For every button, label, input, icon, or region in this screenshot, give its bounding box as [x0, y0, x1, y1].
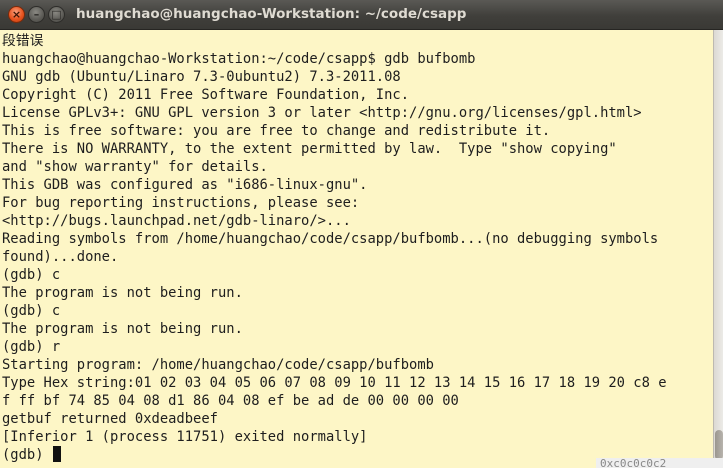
terminal-line: Copyright (C) 2011 Free Software Foundat…	[2, 87, 410, 103]
terminal-line: f ff bf 74 85 04 08 d1 86 04 08 ef be ad…	[2, 393, 459, 409]
terminal-line: (gdb) c	[2, 267, 61, 283]
terminal-line: Starting program: /home/huangchao/code/c…	[2, 357, 434, 373]
terminal-prompt-line[interactable]: (gdb)	[2, 446, 667, 464]
terminal-line: (gdb) r	[2, 339, 61, 355]
minimize-button[interactable]: –	[28, 6, 45, 23]
maximize-button[interactable]: □	[48, 6, 65, 23]
text-cursor	[52, 446, 61, 462]
terminal-output: 段错误 huangchao@huangchao-Workstation:~/cod…	[2, 32, 667, 464]
terminal-line: getbuf returned 0xdeadbeef	[2, 411, 218, 427]
close-icon: ×	[11, 8, 22, 21]
title-bar[interactable]: × – □ huangchao@huangchao-Workstation: ~…	[0, 0, 723, 30]
terminal-line: Reading symbols from /home/huangchao/cod…	[2, 231, 659, 247]
terminal-line: huangchao@huangchao-Workstation:~/code/c…	[2, 51, 476, 67]
terminal-line: [Inferior 1 (process 11751) exited norma…	[2, 429, 368, 445]
close-button[interactable]: ×	[8, 6, 25, 23]
terminal-line: Type Hex string:01 02 03 04 05 06 07 08 …	[2, 375, 667, 391]
window-title: huangchao@huangchao-Workstation: ~/code/…	[76, 6, 467, 22]
terminal-line: (gdb) c	[2, 303, 61, 319]
background-window-text: 0xc0c0c0c2	[596, 458, 723, 468]
gdb-prompt: (gdb)	[2, 447, 52, 463]
scrollbar[interactable]	[713, 30, 723, 468]
terminal-window[interactable]: × – □ huangchao@huangchao-Workstation: ~…	[0, 0, 723, 468]
terminal-line: This GDB was configured as "i686-linux-g…	[2, 177, 368, 193]
minimize-icon: –	[33, 8, 40, 21]
terminal-line: There is NO WARRANTY, to the extent perm…	[2, 141, 617, 157]
terminal-line: This is free software: you are free to c…	[2, 123, 551, 139]
terminal-line: found)...done.	[2, 249, 119, 265]
scrollbar-thumb[interactable]	[715, 430, 723, 460]
terminal-line: For bug reporting instructions, please s…	[2, 195, 360, 211]
terminal-line: <http://bugs.launchpad.net/gdb-linaro/>.…	[2, 213, 351, 229]
terminal-line: 段错误	[2, 33, 44, 49]
terminal-line: The program is not being run.	[2, 285, 243, 301]
maximize-icon: □	[51, 8, 62, 21]
terminal-line: and "show warranty" for details.	[2, 159, 268, 175]
terminal-line: License GPLv3+: GNU GPL version 3 or lat…	[2, 105, 642, 121]
terminal-line: GNU gdb (Ubuntu/Linaro 7.3-0ubuntu2) 7.3…	[2, 69, 401, 85]
terminal-area[interactable]: 段错误 huangchao@huangchao-Workstation:~/cod…	[0, 30, 713, 468]
terminal-line: The program is not being run.	[2, 321, 243, 337]
